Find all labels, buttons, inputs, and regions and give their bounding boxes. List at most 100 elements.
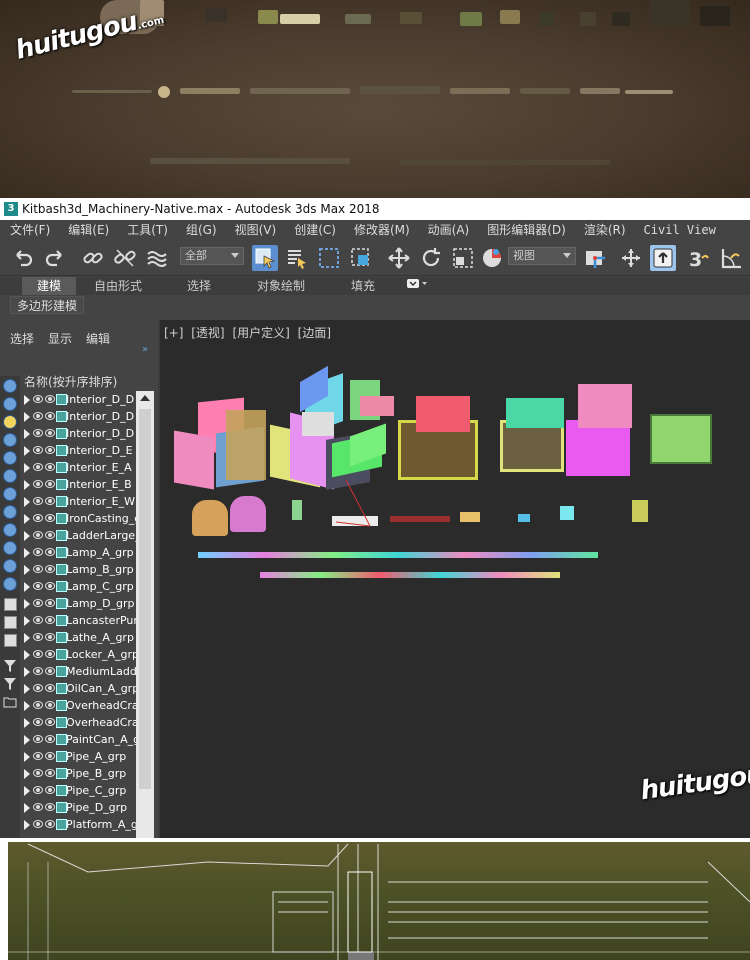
render-eye-icon[interactable] [45,786,55,794]
scene-object-row[interactable]: Pipe_A_grp [20,748,136,765]
render-eye-icon[interactable] [45,684,55,692]
render-eye-icon[interactable] [45,599,55,607]
filter-icon[interactable] [2,658,18,674]
menu-views[interactable]: 视图(V) [225,220,285,240]
render-eye-icon[interactable] [45,667,55,675]
menu-create[interactable]: 创建(C) [284,220,344,240]
render-eye-icon[interactable] [45,548,55,556]
render-eye-icon[interactable] [45,633,55,641]
menu-rendering[interactable]: 渲染(R) [574,220,634,240]
rotate-icon[interactable] [418,245,444,271]
render-eye-icon[interactable] [45,718,55,726]
snap-toggle-icon[interactable]: 3 [686,245,712,271]
expand-arrow-icon[interactable] [24,463,30,473]
menu-animation[interactable]: 动画(A) [418,220,478,240]
perspective-viewport[interactable]: [+] [透视] [用户定义] [边面] huitugou [158,320,750,838]
select-object-icon[interactable] [252,245,278,271]
scene-object-row[interactable]: IronCasting_g [20,510,136,527]
scene-object-row[interactable]: Interior_E_A [20,459,136,476]
visibility-eye-icon[interactable] [33,735,43,743]
visibility-eye-icon[interactable] [33,548,43,556]
display-invert-icon[interactable] [2,632,18,648]
expand-arrow-icon[interactable] [24,548,30,558]
render-eye-icon[interactable] [45,463,55,471]
display-frozen-icon[interactable] [2,558,18,574]
angle-snap-icon[interactable] [718,245,744,271]
scene-object-row[interactable]: Pipe_B_grp [20,765,136,782]
rect-region-icon[interactable] [316,245,342,271]
visibility-eye-icon[interactable] [33,446,43,454]
scene-object-row[interactable]: Lamp_B_grp [20,561,136,578]
visibility-eye-icon[interactable] [33,650,43,658]
place-icon[interactable] [480,245,506,271]
render-eye-icon[interactable] [45,752,55,760]
menu-graph-editors[interactable]: 图形编辑器(D) [477,220,574,240]
scale-icon[interactable] [450,245,476,271]
scene-object-row[interactable]: LancasterPum [20,612,136,629]
expand-arrow-icon[interactable] [24,718,30,728]
tab-freeform[interactable]: 自由形式 [86,277,150,295]
render-eye-icon[interactable] [45,531,55,539]
scene-object-row[interactable]: Interior_D_E [20,442,136,459]
display-helpers-icon[interactable] [2,450,18,466]
visibility-eye-icon[interactable] [33,565,43,573]
render-eye-icon[interactable] [45,395,55,403]
explorer-column-header[interactable]: 名称(按升序排序) [20,374,156,391]
folder-icon[interactable] [2,694,18,710]
render-eye-icon[interactable] [45,820,55,828]
scene-object-row[interactable]: Lamp_D_grp [20,595,136,612]
expand-arrow-icon[interactable] [24,599,30,609]
render-eye-icon[interactable] [45,769,55,777]
expand-arrow-icon[interactable] [24,497,30,507]
expand-arrow-icon[interactable] [24,429,30,439]
expand-panel-icon[interactable]: » [142,344,148,355]
display-hidden-icon[interactable] [2,576,18,592]
display-lights-icon[interactable] [2,414,18,430]
visibility-eye-icon[interactable] [33,684,43,692]
expand-arrow-icon[interactable] [24,820,30,830]
visibility-eye-icon[interactable] [33,718,43,726]
visibility-eye-icon[interactable] [33,633,43,641]
explorer-scrollbar[interactable] [136,391,154,838]
visibility-eye-icon[interactable] [33,395,43,403]
render-eye-icon[interactable] [45,616,55,624]
expand-arrow-icon[interactable] [24,582,30,592]
visibility-eye-icon[interactable] [33,701,43,709]
display-all-icon[interactable] [2,596,18,612]
undo-icon[interactable] [10,245,36,271]
expand-arrow-icon[interactable] [24,480,30,490]
render-eye-icon[interactable] [45,701,55,709]
expand-arrow-icon[interactable] [24,650,30,660]
scene-object-row[interactable]: Lathe_A_grp [20,629,136,646]
visibility-eye-icon[interactable] [33,497,43,505]
menu-group[interactable]: 组(G) [176,220,225,240]
expand-arrow-icon[interactable] [24,769,30,779]
display-shapes-icon[interactable] [2,396,18,412]
scene-object-row[interactable]: Lamp_C_grp [20,578,136,595]
filter-selected-icon[interactable] [2,676,18,692]
scene-object-row[interactable]: Pipe_D_grp [20,799,136,816]
visibility-eye-icon[interactable] [33,429,43,437]
scene-object-row[interactable]: OverheadCra [20,697,136,714]
ref-coord-dropdown[interactable]: 视图 [508,247,576,265]
scene-object-row[interactable]: LadderLarge_ [20,527,136,544]
expand-arrow-icon[interactable] [24,633,30,643]
render-eye-icon[interactable] [45,803,55,811]
menu-modifiers[interactable]: 修改器(M) [344,220,418,240]
pivot-icon[interactable] [582,245,608,271]
expand-arrow-icon[interactable] [24,531,30,541]
redo-icon[interactable] [42,245,68,271]
visibility-eye-icon[interactable] [33,769,43,777]
scene-object-row[interactable]: Interior_D_D [20,408,136,425]
scrollbar-thumb[interactable] [139,409,151,789]
render-eye-icon[interactable] [45,735,55,743]
visibility-eye-icon[interactable] [33,480,43,488]
window-crossing-icon[interactable] [348,245,374,271]
display-spacewarps-icon[interactable] [2,468,18,484]
select-by-name-icon[interactable] [284,245,310,271]
explorer-menu-select[interactable]: 选择 [10,330,34,347]
visibility-eye-icon[interactable] [33,463,43,471]
tab-modeling[interactable]: 建模 [22,277,76,295]
display-geometry-icon[interactable] [2,378,18,394]
scene-object-row[interactable]: MediumLadde [20,663,136,680]
